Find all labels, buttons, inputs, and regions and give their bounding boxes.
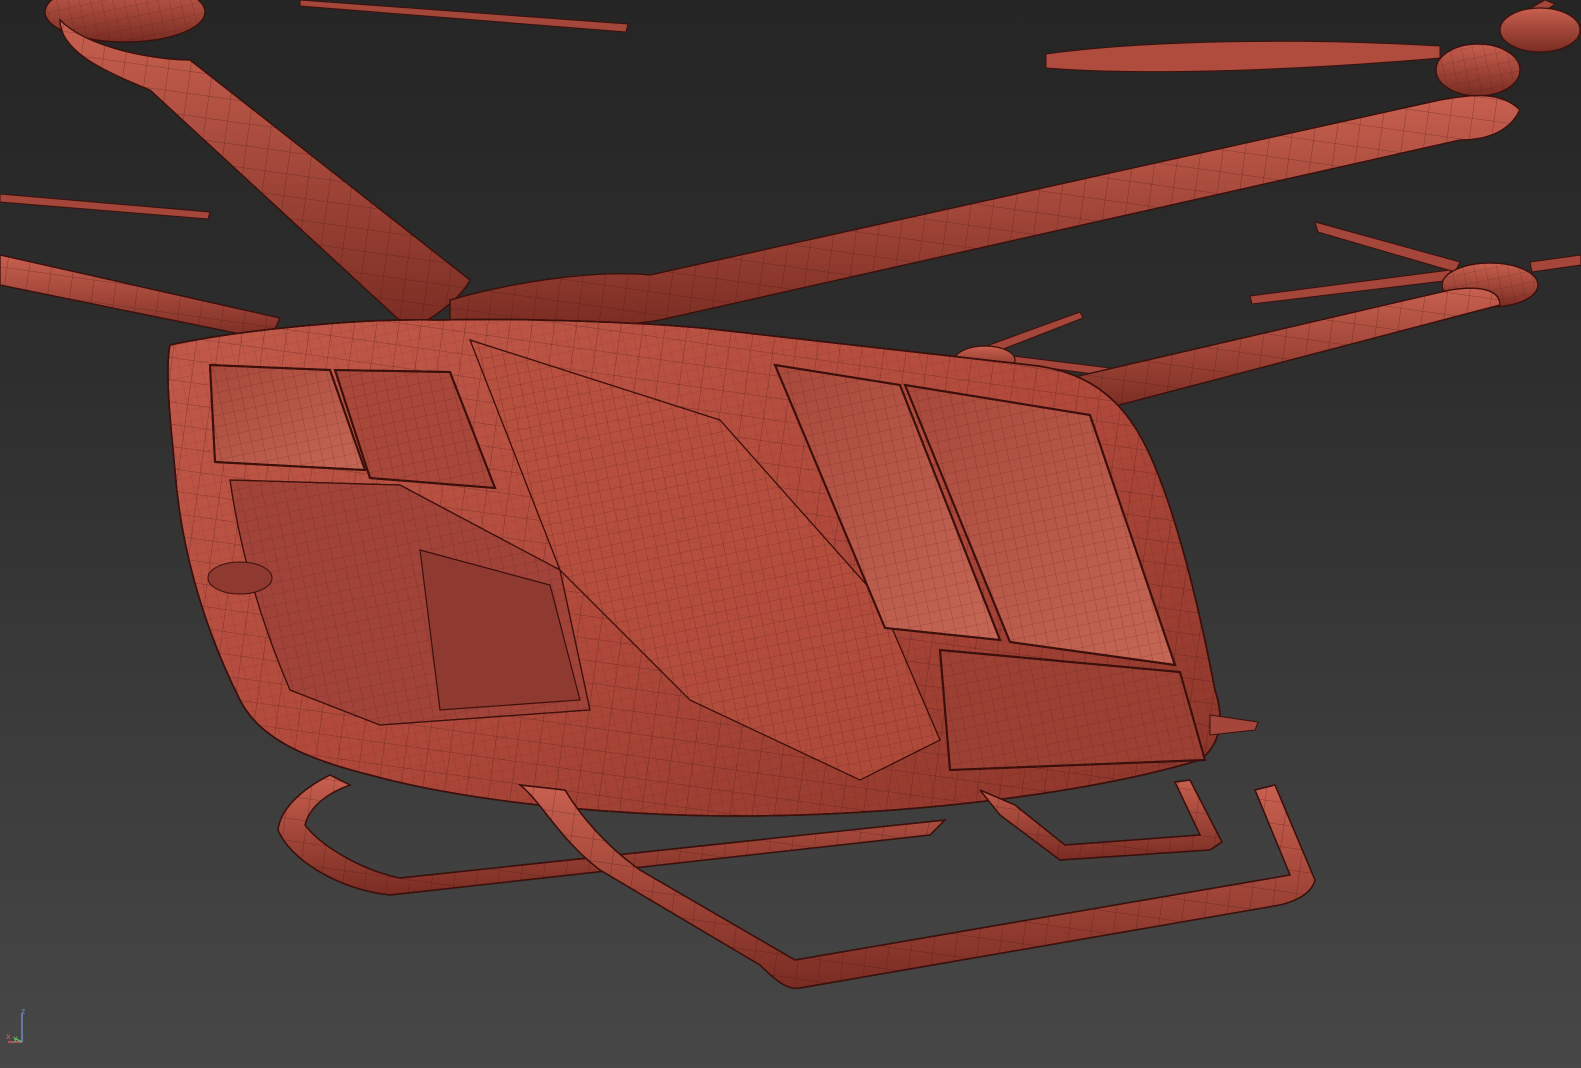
y-axis-label: y	[13, 1034, 18, 1043]
x-axis-label: x	[6, 1032, 11, 1041]
evtol-wireframe-model[interactable]	[0, 0, 1581, 1068]
axis-gizmo: z x y	[4, 1006, 44, 1046]
3d-viewport[interactable]: z x y	[0, 0, 1581, 1068]
z-axis-label: z	[21, 1007, 26, 1016]
